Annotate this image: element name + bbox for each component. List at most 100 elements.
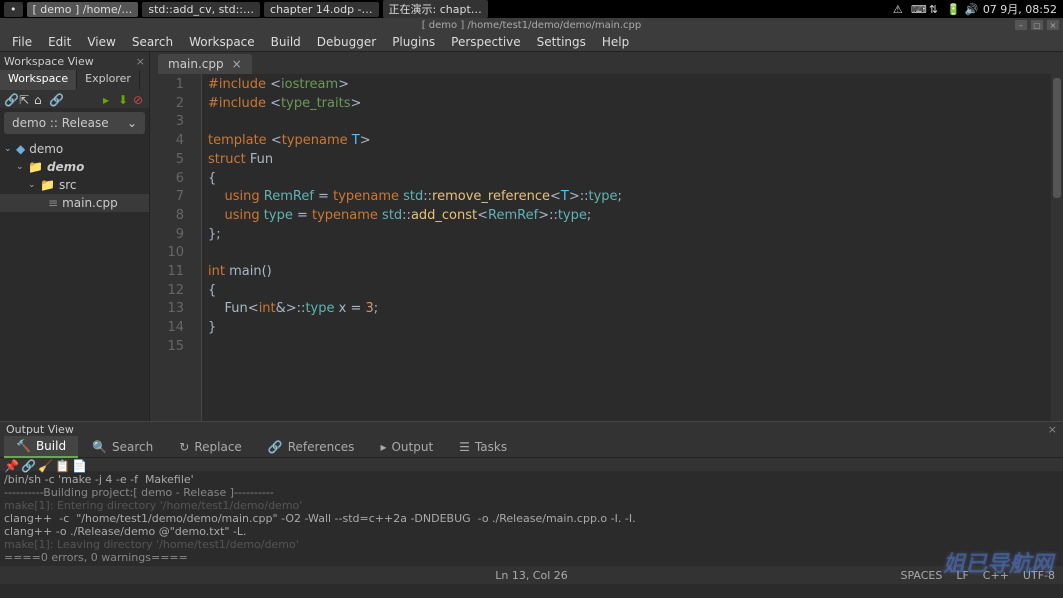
folder-icon: 📁 — [28, 160, 43, 174]
battery-icon[interactable]: 🔋 — [947, 3, 959, 15]
output-tab-replace[interactable]: ↻Replace — [167, 437, 254, 457]
chevron-down-icon: ⌄ — [4, 144, 12, 154]
home-icon[interactable]: ⌂ — [34, 93, 46, 105]
workspace-panel-title: Workspace View — [4, 55, 94, 68]
tab-icon: 🔍 — [92, 440, 107, 454]
link-icon[interactable]: 🔗 — [4, 93, 16, 105]
menu-file[interactable]: File — [4, 33, 40, 51]
menu-settings[interactable]: Settings — [529, 33, 594, 51]
editor-tab-main-cpp[interactable]: main.cpp × — [158, 54, 252, 74]
stop-icon[interactable]: ⊘ — [133, 93, 145, 105]
task-item[interactable]: • — [4, 2, 23, 17]
menu-edit[interactable]: Edit — [40, 33, 79, 51]
tab-icon: ▸ — [380, 440, 386, 454]
workspace-tab-explorer[interactable]: Explorer — [77, 70, 140, 90]
volume-icon[interactable]: 🔊 — [965, 3, 977, 15]
output-tab-references[interactable]: 🔗References — [256, 437, 367, 457]
workspace-tab-workspace[interactable]: Workspace — [0, 70, 77, 90]
vertical-scrollbar[interactable] — [1051, 74, 1063, 421]
output-header: Output View × — [0, 422, 1063, 436]
clear-icon[interactable]: 🧹 — [38, 459, 50, 471]
menu-build[interactable]: Build — [263, 33, 309, 51]
menu-perspective[interactable]: Perspective — [443, 33, 529, 51]
menubar: FileEditViewSearchWorkspaceBuildDebugger… — [0, 32, 1063, 52]
taskbar-items: • [ demo ] /home/…std::add_cv, std::… chap… — [0, 0, 893, 18]
menu-help[interactable]: Help — [594, 33, 637, 51]
fold-gutter[interactable] — [190, 74, 202, 421]
debug-icon[interactable]: ⬇ — [118, 93, 130, 105]
menu-search[interactable]: Search — [124, 33, 181, 51]
status-spaces[interactable]: SPACES — [900, 569, 942, 582]
task-item[interactable]: chapter 14.odp -… — [264, 2, 379, 17]
editor-tabs: main.cpp × — [150, 52, 1063, 74]
editor-area: main.cpp × 123456789101112131415 #includ… — [150, 52, 1063, 421]
tree-project[interactable]: ⌄ 📁 demo — [0, 158, 149, 176]
network-icon[interactable]: ⇅ — [929, 3, 941, 15]
keyboard-icon[interactable]: ⌨ — [911, 3, 923, 15]
scroll-thumb[interactable] — [1053, 78, 1061, 198]
clock[interactable]: 07 9月, 08:52 — [983, 1, 1057, 17]
task-item[interactable]: [ demo ] /home/… — [27, 2, 139, 17]
tree-file-main-cpp[interactable]: ≡ main.cpp — [0, 194, 149, 212]
task-item[interactable]: std::add_cv, std::… — [142, 2, 260, 17]
tab-close-button[interactable]: × — [232, 57, 242, 71]
workspace-icon: ◆ — [16, 142, 25, 156]
code-content[interactable]: #include <iostream>#include <type_traits… — [202, 74, 1051, 421]
tab-icon: ↻ — [179, 440, 189, 454]
system-tray: ⚠ ⌨ ⇅ 🔋 🔊 07 9月, 08:52 — [893, 1, 1063, 17]
close-button[interactable]: × — [1047, 20, 1059, 30]
chevron-down-icon: ⌄ — [127, 116, 137, 130]
panel-close-button[interactable]: × — [136, 55, 145, 68]
task-item[interactable]: 正在演示: chapt… — [383, 0, 488, 18]
tree-label: demo — [29, 142, 63, 156]
chevron-down-icon: ⌄ — [28, 180, 36, 190]
paste-icon[interactable]: 📄 — [72, 459, 84, 471]
window-titlebar: [ demo ] /home/test1/demo/demo/main.cpp … — [0, 18, 1063, 32]
workspace-toolbar: 🔗 ⇱ ⌂ 🔗 ▸ ⬇ ⊘ — [0, 90, 149, 108]
maximize-button[interactable]: ▢ — [1031, 20, 1043, 30]
tab-label: main.cpp — [168, 57, 224, 71]
output-tab-build[interactable]: 🔨Build — [4, 436, 78, 458]
menu-debugger[interactable]: Debugger — [309, 33, 384, 51]
output-tabs: 🔨Build🔍Search↻Replace🔗References▸Output☰… — [0, 436, 1063, 458]
cursor-position[interactable]: Ln 13, Col 26 — [495, 569, 568, 582]
output-tab-tasks[interactable]: ☰Tasks — [447, 437, 519, 457]
chevron-down-icon: ⌄ — [16, 162, 24, 172]
output-title: Output View — [6, 423, 74, 436]
link2-icon[interactable]: 🔗 — [49, 93, 61, 105]
output-tab-output[interactable]: ▸Output — [368, 437, 445, 457]
menu-plugins[interactable]: Plugins — [384, 33, 443, 51]
output-close-button[interactable]: × — [1048, 423, 1057, 436]
output-content[interactable]: /bin/sh -c 'make -j 4 -e -f Makefile'---… — [0, 471, 1063, 566]
workspace-panel: Workspace View × WorkspaceExplorer 🔗 ⇱ ⌂… — [0, 52, 150, 421]
build-config-selector[interactable]: demo :: Release ⌄ — [4, 112, 145, 134]
output-toolbar: 📌 🔗 🧹 📋 📄 — [0, 458, 1063, 471]
window-title: [ demo ] /home/test1/demo/demo/main.cpp — [422, 20, 642, 31]
build-config-label: demo :: Release — [12, 116, 109, 130]
menu-workspace[interactable]: Workspace — [181, 33, 263, 51]
output-view: Output View × 🔨Build🔍Search↻Replace🔗Refe… — [0, 421, 1063, 566]
tree-label: main.cpp — [62, 196, 118, 210]
statusbar: Ln 13, Col 26 SPACESLFC++UTF-8 — [0, 566, 1063, 584]
workspace-tabs: WorkspaceExplorer — [0, 70, 149, 90]
notification-icon[interactable]: ⚠ — [893, 3, 905, 15]
tree-label: demo — [47, 160, 84, 174]
file-icon: ≡ — [48, 196, 58, 210]
tree-label: src — [59, 178, 77, 192]
pin-icon[interactable]: 📌 — [4, 459, 16, 471]
code-editor[interactable]: 123456789101112131415 #include <iostream… — [150, 74, 1063, 421]
output-tab-search[interactable]: 🔍Search — [80, 437, 165, 457]
link-icon[interactable]: 🔗 — [21, 459, 33, 471]
tree-folder-src[interactable]: ⌄ 📁 src — [0, 176, 149, 194]
watermark: 姐已导航网 — [943, 546, 1053, 578]
collapse-icon[interactable]: ⇱ — [19, 93, 31, 105]
workspace-panel-header: Workspace View × — [0, 52, 149, 70]
tree-workspace-root[interactable]: ⌄ ◆ demo — [0, 140, 149, 158]
line-gutter: 123456789101112131415 — [150, 74, 190, 421]
menu-view[interactable]: View — [79, 33, 123, 51]
folder-icon: 📁 — [40, 178, 55, 192]
run-icon[interactable]: ▸ — [103, 93, 115, 105]
copy-icon[interactable]: 📋 — [55, 459, 67, 471]
minimize-button[interactable]: – — [1015, 20, 1027, 30]
project-tree: ⌄ ◆ demo ⌄ 📁 demo ⌄ 📁 src ≡ main.cpp — [0, 138, 149, 214]
